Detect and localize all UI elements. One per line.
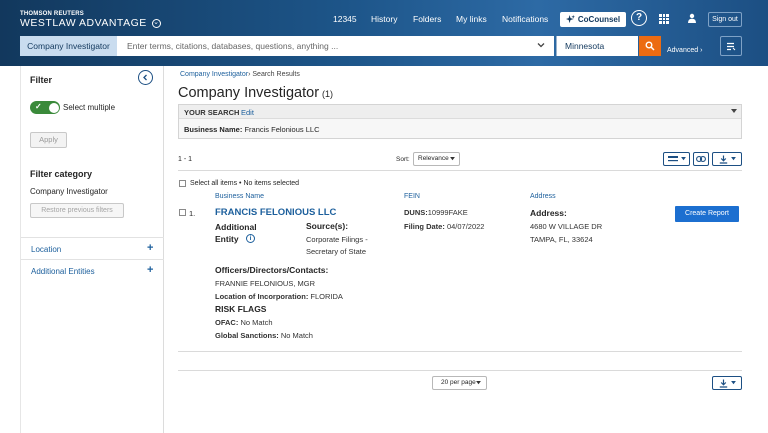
your-search-label: YOUR SEARCH — [184, 108, 240, 117]
caret-down-icon[interactable] — [731, 109, 737, 114]
nav-client-id[interactable]: 12345 — [333, 14, 357, 24]
your-search-panel: YOUR SEARCH Edit Business Name: Francis … — [178, 104, 742, 139]
risk-flags-heading: RISK FLAGS — [215, 304, 267, 314]
link-icon — [696, 156, 706, 162]
duns-field: DUNS:10999FAKE — [404, 208, 468, 217]
divider — [178, 351, 742, 352]
view-options-button[interactable] — [663, 152, 690, 166]
select-all-row: Select all items • No items selected — [190, 180, 300, 187]
result-number: 1. — [189, 209, 196, 218]
divider — [178, 370, 742, 371]
sort-select[interactable]: Relevance — [413, 152, 460, 166]
nav-my-links[interactable]: My links — [456, 14, 487, 24]
result-checkbox[interactable] — [179, 209, 186, 216]
apply-button[interactable]: Apply — [30, 132, 67, 148]
breadcrumb: Company Investigator› Search Results — [180, 71, 300, 78]
sources-value: Corporate Filings - Secretary of State — [306, 235, 368, 256]
divider — [178, 170, 742, 171]
restore-filters-button[interactable]: Restore previous filters — [30, 203, 124, 218]
filter-category-title: Filter category — [30, 169, 93, 179]
officers-label: Officers/Directors/Contacts: — [215, 265, 329, 275]
search-criteria: Business Name: Francis Felonious LLC — [184, 125, 320, 134]
address-label: Address: — [530, 208, 567, 218]
plus-icon: + — [147, 264, 154, 276]
info-icon[interactable]: i — [246, 234, 255, 243]
nav-folders[interactable]: Folders — [413, 14, 441, 24]
global-sanctions-field: Global Sanctions: No Match — [215, 331, 313, 340]
per-page-select[interactable]: 20 per page — [432, 376, 487, 390]
select-multiple-toggle[interactable]: ✓ — [30, 101, 60, 114]
create-report-button[interactable]: Create Report — [675, 206, 739, 222]
select-all-label[interactable]: Select all items — [190, 180, 237, 187]
nav-notifications[interactable]: Notifications — [502, 14, 548, 24]
filter-section-label: Additional Entities — [31, 267, 95, 276]
chevron-down-icon[interactable] — [536, 40, 546, 50]
cocounsel-label: CoCounsel — [577, 15, 621, 24]
download-button-bottom[interactable] — [712, 376, 742, 390]
search-history-button[interactable] — [720, 36, 742, 56]
nav-history[interactable]: History — [371, 14, 397, 24]
brand-menu-icon[interactable]: ⌄ — [151, 18, 161, 28]
caret-down-icon — [680, 157, 686, 161]
collapse-filter-button[interactable] — [138, 70, 153, 85]
brand-logo[interactable]: THOMSON REUTERS WESTLAW ADVANTAGE ⌄ — [20, 11, 161, 29]
grid-icon[interactable] — [659, 14, 669, 24]
breadcrumb-current: Search Results — [252, 71, 300, 78]
select-all-checkbox[interactable] — [179, 180, 186, 187]
top-header: THOMSON REUTERS WESTLAW ADVANTAGE ⌄ 1234… — [0, 0, 768, 66]
caret-down-icon — [476, 381, 481, 385]
filing-date-field: Filing Date: 04/07/2022 — [404, 222, 485, 231]
officers-value: FRANNIE FELONIOUS, MGR — [215, 279, 316, 288]
selection-status: No items selected — [243, 180, 300, 187]
brand-name: WESTLAW ADVANTAGE — [20, 17, 147, 29]
list-view-icon — [667, 156, 678, 162]
caret-down-icon — [730, 381, 736, 385]
jurisdiction-selector[interactable]: Minnesota — [556, 36, 638, 56]
caret-down-icon — [730, 157, 736, 161]
address-line-2: TAMPA, FL, 33624 — [530, 235, 593, 244]
plus-icon: + — [147, 242, 154, 254]
download-button[interactable] — [712, 152, 742, 166]
ofac-field: OFAC: No Match — [215, 318, 273, 327]
chevron-left-icon — [143, 74, 147, 81]
column-header-fein[interactable]: FEIN — [404, 193, 420, 200]
sign-out-button[interactable]: Sign out — [708, 12, 742, 27]
result-count: (1) — [322, 89, 334, 99]
additional-entity-label: Additional Entity — [215, 222, 257, 244]
search-button[interactable] — [639, 36, 661, 56]
address-line-1: 4680 W VILLAGE DR — [530, 222, 603, 231]
check-icon: ✓ — [35, 102, 42, 111]
caret-down-icon — [450, 157, 455, 161]
help-icon[interactable]: ? — [631, 10, 647, 26]
filter-section-additional-entities[interactable]: Additional Entities + — [21, 259, 164, 281]
copy-link-button[interactable] — [693, 152, 709, 166]
edit-search-link[interactable]: Edit — [241, 108, 254, 117]
sources-label: Source(s): — [306, 221, 349, 231]
page-title: Company Investigator (1) — [178, 85, 334, 101]
search-input[interactable] — [117, 36, 554, 56]
list-icon — [727, 42, 736, 50]
search-scope-label[interactable]: Company Investigator — [20, 36, 117, 56]
company-name-link[interactable]: FRANCIS FELONIOUS LLC — [215, 207, 336, 218]
cocounsel-button[interactable]: CoCounsel — [560, 12, 626, 27]
filter-panel: Filter ✓ Select multiple Apply Filter ca… — [20, 66, 164, 433]
person-icon[interactable] — [687, 13, 697, 23]
download-icon — [719, 379, 727, 388]
incorporation-field: Location of Incorporation: FLORIDA — [215, 292, 343, 301]
filter-section-location[interactable]: Location + — [21, 237, 164, 259]
filter-section-label: Location — [31, 245, 62, 254]
search-icon — [645, 41, 655, 51]
select-multiple-label: Select multiple — [63, 103, 116, 112]
sparkle-icon — [565, 15, 575, 24]
breadcrumb-link[interactable]: Company Investigator — [180, 71, 248, 78]
column-header-address[interactable]: Address — [530, 193, 556, 200]
download-icon — [719, 155, 727, 164]
advanced-search-link[interactable]: Advanced › — [667, 47, 702, 54]
filter-category-value: Company Investigator — [30, 187, 108, 196]
sort-label: Sort: — [396, 156, 410, 163]
result-range: 1 - 1 — [178, 156, 193, 163]
filter-title: Filter — [30, 75, 53, 85]
column-header-business-name[interactable]: Business Name — [215, 193, 264, 200]
